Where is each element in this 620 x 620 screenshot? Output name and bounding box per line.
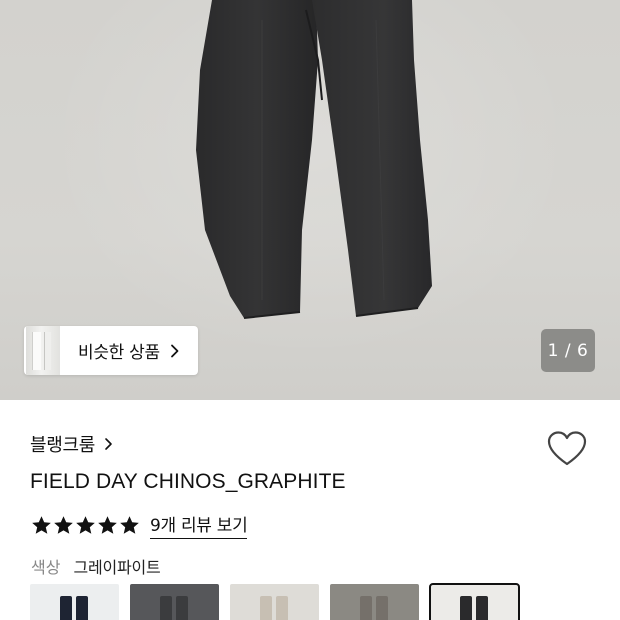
color-swatch-navy[interactable] [30, 584, 119, 620]
star-icon [54, 515, 73, 534]
swatch-pants-leg [460, 596, 472, 620]
star-icon [120, 515, 139, 534]
star-icon [98, 515, 117, 534]
view-reviews-link[interactable]: 9개 리뷰 보기 [150, 511, 248, 539]
swatch-pants-leg [360, 596, 372, 620]
color-selection-row: 색상 그레이파이트 [31, 554, 161, 578]
similar-products-label: 비슷한 상품 [78, 343, 160, 363]
star-icon [76, 515, 95, 534]
swatch-pants-leg [160, 596, 172, 620]
swatch-pants-leg [276, 596, 288, 620]
chevron-right-icon [170, 344, 179, 357]
color-swatches [30, 583, 520, 620]
similar-product-thumbnail [26, 326, 60, 375]
selected-color-name: 그레이파이트 [73, 558, 161, 577]
product-image-carousel[interactable]: 비슷한 상품 1 / 6 [0, 0, 620, 400]
swatch-pants-leg [76, 596, 88, 620]
rating-row: 9개 리뷰 보기 [31, 511, 248, 539]
swatch-pants-leg [176, 596, 188, 620]
rating-stars [31, 515, 140, 536]
swatch-pants-leg [60, 596, 72, 620]
brand-link[interactable]: 블랭크룸 [30, 431, 115, 457]
heart-icon[interactable] [546, 430, 588, 468]
swatch-pants-leg [260, 596, 272, 620]
color-swatch-graphite[interactable] [429, 583, 520, 620]
product-title: FIELD DAY CHINOS_GRAPHITE [30, 470, 346, 493]
chevron-right-icon [105, 438, 112, 450]
color-swatch-beige[interactable] [230, 584, 319, 620]
brand-name: 블랭크룸 [30, 435, 96, 456]
color-label: 색상 [31, 558, 61, 577]
similar-products-button[interactable]: 비슷한 상품 [24, 326, 198, 375]
swatch-pants-leg [376, 596, 388, 620]
swatch-pants-leg [476, 596, 488, 620]
image-counter: 1 / 6 [541, 329, 595, 372]
star-icon [32, 515, 51, 534]
color-swatch-charcoal[interactable] [130, 584, 219, 620]
color-swatch-khaki-grey[interactable] [330, 584, 419, 620]
